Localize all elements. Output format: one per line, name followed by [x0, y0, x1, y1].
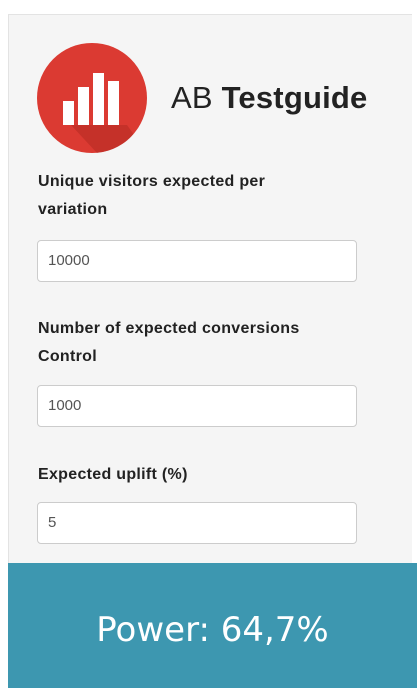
uplift-input[interactable]: 5	[37, 502, 357, 544]
visitors-label-line2: variation	[38, 201, 108, 218]
conversions-label-line2: Control	[38, 348, 97, 365]
brand-title: Testguide	[221, 80, 368, 115]
conversions-input[interactable]: 1000	[37, 385, 357, 427]
uplift-label: Expected uplift (%)	[38, 466, 188, 483]
visitors-label-line1: Unique visitors expected per	[38, 173, 266, 190]
brand-prefix: AB	[171, 80, 213, 115]
brand-name: AB Testguide	[171, 80, 368, 116]
visitors-label: Unique visitors expected per variation	[38, 168, 388, 224]
visitors-input[interactable]: 10000	[37, 240, 357, 282]
conversions-label: Number of expected conversions Control	[38, 315, 388, 371]
conversions-label-line1: Number of expected conversions	[38, 320, 300, 337]
power-result-text: Power: 64,7%	[96, 609, 329, 650]
power-result-bar: Power: 64,7%	[8, 563, 417, 688]
brand-header: AB Testguide	[37, 43, 368, 153]
bar-chart-logo-icon	[37, 43, 147, 153]
